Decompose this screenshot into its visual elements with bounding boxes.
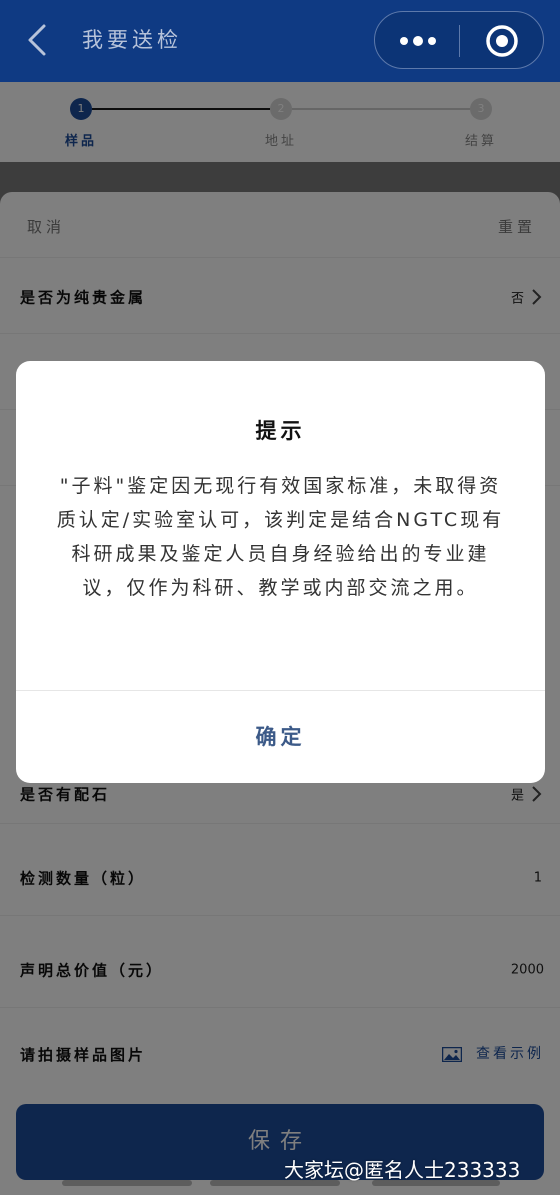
nav-bar: 我要送检: [0, 0, 560, 82]
notice-dialog: 提示 "子料"鉴定因无现行有效国家标准，未取得资质认定/实验室认可，该判定是结合…: [16, 361, 545, 783]
dialog-message: "子料"鉴定因无现行有效国家标准，未取得资质认定/实验室认可，该判定是结合NGT…: [56, 475, 505, 599]
page-title: 我要送检: [82, 28, 182, 52]
more-icon[interactable]: [397, 30, 439, 52]
dialog-title: 提示: [255, 419, 306, 443]
mini-program-capsule: [374, 11, 544, 69]
confirm-button[interactable]: 确定: [16, 691, 545, 783]
close-target-icon[interactable]: [485, 24, 519, 58]
watermark-text: 大家坛@匿名人士233333: [284, 1158, 521, 1182]
capsule-divider: [459, 25, 460, 57]
back-arrow-icon[interactable]: [24, 22, 54, 58]
